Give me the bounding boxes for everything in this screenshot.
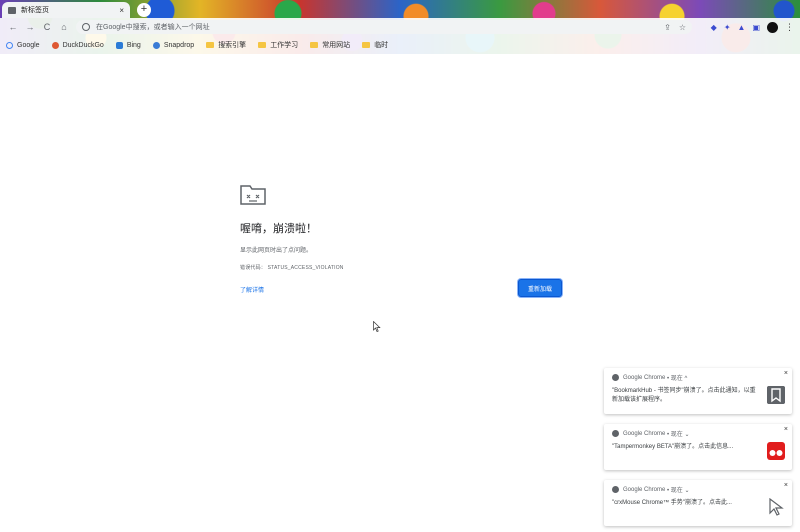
tampermonkey-icon [767,442,785,460]
notification-close-button[interactable]: × [784,426,788,433]
bookmark-icon [767,386,785,404]
address-placeholder: 在Google中搜索，或者输入一个网址 [96,24,210,31]
extension-area: ◆ ✦ ▲ ▣ ⋮ [711,20,794,34]
bookmark-folder-search[interactable]: 搜索引擎 [206,40,246,50]
share-icon[interactable]: ⇪ [664,23,671,32]
notification-close-button[interactable]: × [784,370,788,377]
address-bar[interactable]: 在Google中搜索，或者输入一个网址 ⇪ ☆ [76,20,692,34]
notification-header: Google Chrome • 现在 ⌄ [612,429,784,438]
error-code-label: 错误代码： [240,265,267,271]
bookmark-snapdrop[interactable]: Snapdrop [152,41,194,49]
error-title: 喔唷，崩溃啦！ [240,223,317,235]
tab-strip: 新标签页 × + [0,0,800,18]
folder-icon [258,42,267,48]
notification-body: "crxMouse Chrome™ 手势"崩溃了。点击此... [612,500,732,506]
folder-icon [206,42,215,48]
bookmark-star-icon[interactable]: ☆ [679,23,686,32]
error-description: 显示此网页时出了点问题。 [240,248,313,254]
notification-header: Google Chrome • 现在 ^ [612,373,784,382]
chrome-icon [612,486,619,493]
learn-more-link[interactable]: 了解详情 [240,285,264,294]
folder-icon [362,42,371,48]
reload-page-button[interactable]: 重新加载 [518,279,562,297]
notification-source: Google Chrome [623,374,666,381]
bookmark-folder-work[interactable]: 工作学习 [258,40,298,50]
notification-crxmouse[interactable]: Google Chrome • 现在 ⌄ × "crxMouse Chrome™… [604,480,792,526]
search-icon [82,23,90,31]
notification-source: Google Chrome [623,430,666,437]
notification-tampermonkey[interactable]: Google Chrome • 现在 ⌄ × "Tampermonkey BET… [604,424,792,470]
bing-icon [115,41,123,49]
chrome-icon [612,430,619,437]
bookmark-duckduckgo[interactable]: DuckDuckGo [51,41,104,49]
back-button[interactable]: ← [6,20,20,34]
tab-title: 新标签页 [21,7,49,14]
chrome-icon [612,374,619,381]
notification-source: Google Chrome [623,486,666,493]
notification-bookmarkhub[interactable]: Google Chrome • 现在 ^ × "BookmarkHub - 书签… [604,368,792,414]
bookmarks-bar: Google DuckDuckGo Bing Snapdrop 搜索引擎 工作学… [0,36,800,54]
extension-icon[interactable]: ◆ [711,23,717,32]
puzzle-icon[interactable]: ✦ [724,23,731,32]
tab-close-button[interactable]: × [119,6,124,15]
sidebar-icon[interactable]: ▣ [752,23,760,32]
new-tab-button[interactable]: + [137,3,151,17]
sad-tab-icon [240,185,266,205]
notification-time: • 现在 ^ [667,376,688,382]
notification-time: • 现在 ⌄ [667,432,690,438]
mouse-pointer-icon [373,321,381,332]
menu-icon[interactable]: ⋮ [785,22,794,33]
google-icon [6,41,13,49]
tab-new-tab[interactable]: 新标签页 × [2,2,130,18]
lab-flask-icon[interactable]: ▲ [738,23,746,32]
duckduckgo-icon [51,41,59,49]
reload-button[interactable]: C [40,20,54,34]
error-actions: 了解详情 重新加载 [240,279,562,299]
snapdrop-icon [152,41,160,49]
notification-close-button[interactable]: × [784,482,788,489]
bookmark-folder-common[interactable]: 常用网站 [310,40,350,50]
notification-body: "Tampermonkey BETA"崩溃了。点击此信息... [612,444,734,450]
toolbar: ← → C ⌂ 在Google中搜索，或者输入一个网址 ⇪ ☆ ◆ ✦ ▲ ▣ … [0,18,800,36]
folder-icon [310,42,319,48]
notification-header: Google Chrome • 现在 ⌄ [612,485,784,494]
notification-body: "BookmarkHub - 书签同步"崩溃了。点击此通知，以重新加载该扩展程序… [612,388,756,403]
notification-time: • 现在 ⌄ [667,488,690,494]
home-button[interactable]: ⌂ [57,20,71,34]
error-code: 错误代码： STATUS_ACCESS_VIOLATION [240,264,562,271]
bookmark-google[interactable]: Google [6,41,40,49]
mouse-cursor-icon [769,498,784,516]
error-code-value: STATUS_ACCESS_VIOLATION [267,265,344,271]
avatar[interactable] [767,21,778,33]
bookmark-bing[interactable]: Bing [115,41,141,49]
bookmark-folder-temp[interactable]: 临时 [362,40,388,50]
forward-button[interactable]: → [23,20,37,34]
crash-page: 喔唷，崩溃啦！ 显示此网页时出了点问题。 错误代码： STATUS_ACCESS… [240,183,562,299]
folder-icon [8,6,16,14]
